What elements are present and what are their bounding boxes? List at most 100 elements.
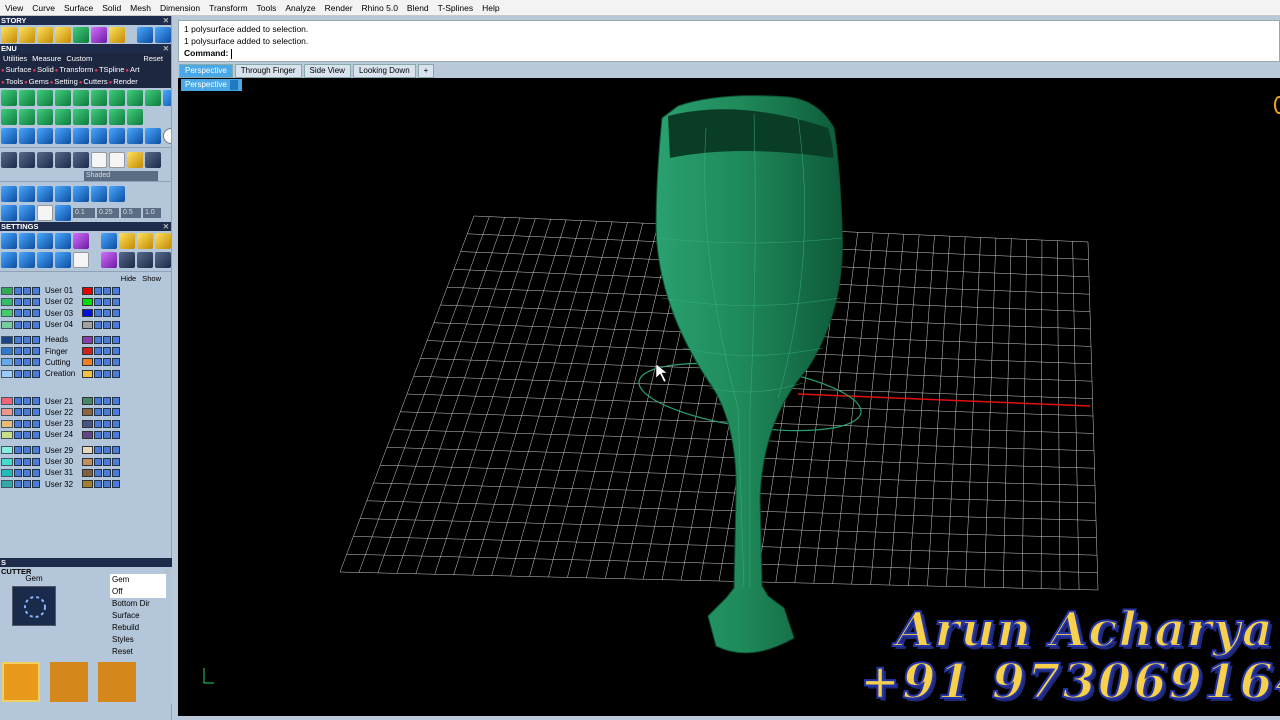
- layer-toggle-icon[interactable]: [32, 446, 40, 455]
- setting-icon[interactable]: [155, 232, 171, 249]
- surface-tool-icon[interactable]: [73, 108, 89, 125]
- tab-utilities[interactable]: Utilities: [3, 53, 27, 64]
- layer-toggle-icon[interactable]: [103, 397, 111, 406]
- layer-toggle-icon[interactable]: [103, 419, 111, 428]
- menu-item[interactable]: Dimension: [160, 3, 200, 13]
- layer-toggle-icon[interactable]: [103, 468, 111, 477]
- material-color-swatch[interactable]: [82, 480, 93, 489]
- layer-toggle-icon[interactable]: [103, 335, 111, 344]
- layer-toggle-icon[interactable]: [14, 457, 22, 466]
- layer-toggle-icon[interactable]: [112, 369, 120, 378]
- layer-row[interactable]: Cutting: [0, 357, 171, 368]
- layer-color-swatch[interactable]: [1, 358, 13, 367]
- snap-icon[interactable]: [1, 185, 17, 202]
- snap-icon[interactable]: [19, 185, 35, 202]
- layer-toggle-icon[interactable]: [14, 297, 22, 306]
- layer-color-swatch[interactable]: [1, 408, 13, 417]
- layer-toggle-icon[interactable]: [32, 369, 40, 378]
- material-color-swatch[interactable]: [82, 320, 93, 329]
- surface-tool-icon[interactable]: [91, 108, 107, 125]
- tab-tspline[interactable]: TSpline: [94, 64, 124, 76]
- layer-toggle-icon[interactable]: [94, 286, 102, 295]
- layer-toggle-icon[interactable]: [94, 468, 102, 477]
- tab-perspective[interactable]: Perspective: [179, 64, 233, 78]
- layer-toggle-icon[interactable]: [32, 480, 40, 489]
- layer-color-swatch[interactable]: [1, 397, 13, 406]
- layer-row[interactable]: User 23: [0, 418, 171, 429]
- layer-toggle-icon[interactable]: [112, 457, 120, 466]
- hide-toggle[interactable]: Hide: [121, 274, 136, 285]
- sphere-icon[interactable]: [127, 151, 143, 168]
- layer-toggle-icon[interactable]: [14, 480, 22, 489]
- transform-tool-icon[interactable]: [109, 127, 125, 144]
- layer-toggle-icon[interactable]: [32, 297, 40, 306]
- sphere-icon[interactable]: [37, 151, 53, 168]
- surface-tool-icon[interactable]: [19, 89, 35, 106]
- layer-toggle-icon[interactable]: [112, 397, 120, 406]
- layer-color-swatch[interactable]: [1, 419, 13, 428]
- layer-toggle-icon[interactable]: [14, 347, 22, 356]
- cutter-property[interactable]: Bottom Dir: [110, 598, 166, 610]
- layer-toggle-icon[interactable]: [23, 347, 31, 356]
- layer-toggle-icon[interactable]: [32, 419, 40, 428]
- orbit-icon[interactable]: [1274, 96, 1280, 114]
- sphere-icon[interactable]: [109, 151, 125, 168]
- surface-tool-icon[interactable]: [127, 89, 143, 106]
- material-color-swatch[interactable]: [82, 286, 93, 295]
- layer-toggle-icon[interactable]: [23, 480, 31, 489]
- layer-toggle-icon[interactable]: [112, 320, 120, 329]
- layer-toggle-icon[interactable]: [14, 397, 22, 406]
- command-input[interactable]: [230, 48, 232, 59]
- layer-color-swatch[interactable]: [1, 446, 13, 455]
- viewport-label[interactable]: Perspective: [181, 79, 242, 91]
- layer-toggle-icon[interactable]: [23, 369, 31, 378]
- setting-icon[interactable]: [37, 251, 53, 268]
- menu-item[interactable]: Blend: [407, 3, 429, 13]
- transform-tool-icon[interactable]: [127, 127, 143, 144]
- add-tab-icon[interactable]: +: [417, 64, 435, 78]
- layer-toggle-icon[interactable]: [103, 286, 111, 295]
- perspective-viewport[interactable]: Perspective Arun Acharya +91 9730691649: [178, 78, 1280, 716]
- tab-render[interactable]: Render: [109, 76, 138, 88]
- line-tool-icon[interactable]: [19, 26, 35, 43]
- layer-toggle-icon[interactable]: [94, 397, 102, 406]
- material-color-swatch[interactable]: [82, 446, 93, 455]
- tab-custom[interactable]: Custom: [66, 53, 92, 64]
- layer-toggle-icon[interactable]: [32, 468, 40, 477]
- layer-color-swatch[interactable]: [1, 468, 13, 477]
- layer-row[interactable]: User 30: [0, 456, 171, 467]
- cutter-property[interactable]: Reset: [110, 646, 166, 658]
- layer-toggle-icon[interactable]: [14, 430, 22, 439]
- material-color-swatch[interactable]: [82, 397, 93, 406]
- layer-toggle-icon[interactable]: [94, 297, 102, 306]
- cutter-shape-icon[interactable]: [50, 662, 88, 702]
- setting-icon[interactable]: [101, 251, 117, 268]
- layer-row[interactable]: User 22: [0, 407, 171, 418]
- layer-toggle-icon[interactable]: [23, 446, 31, 455]
- layer-row[interactable]: Finger: [0, 345, 171, 356]
- layer-toggle-icon[interactable]: [94, 369, 102, 378]
- cutter-property[interactable]: Rebuild: [110, 622, 166, 634]
- surface-tool-icon[interactable]: [91, 89, 107, 106]
- setting-icon[interactable]: [1, 251, 17, 268]
- value-10[interactable]: 1.0: [143, 207, 161, 218]
- layer-toggle-icon[interactable]: [23, 397, 31, 406]
- layer-toggle-icon[interactable]: [112, 335, 120, 344]
- surface-tool-icon[interactable]: [145, 89, 161, 106]
- layer-toggle-icon[interactable]: [32, 358, 40, 367]
- material-color-swatch[interactable]: [82, 369, 93, 378]
- tool-icon[interactable]: [55, 204, 71, 221]
- material-color-swatch[interactable]: [82, 335, 93, 344]
- layer-toggle-icon[interactable]: [94, 446, 102, 455]
- layer-color-swatch[interactable]: [1, 297, 13, 306]
- material-color-swatch[interactable]: [82, 347, 93, 356]
- panel-tool-icon[interactable]: [163, 89, 171, 106]
- layer-toggle-icon[interactable]: [14, 286, 22, 295]
- layer-toggle-icon[interactable]: [112, 430, 120, 439]
- circle-tool-icon[interactable]: [1, 26, 17, 43]
- menu-item[interactable]: Solid: [102, 3, 121, 13]
- layer-toggle-icon[interactable]: [112, 358, 120, 367]
- layer-color-swatch[interactable]: [1, 369, 13, 378]
- move-tool-icon[interactable]: [37, 127, 53, 144]
- value-05[interactable]: 0.5: [121, 207, 141, 218]
